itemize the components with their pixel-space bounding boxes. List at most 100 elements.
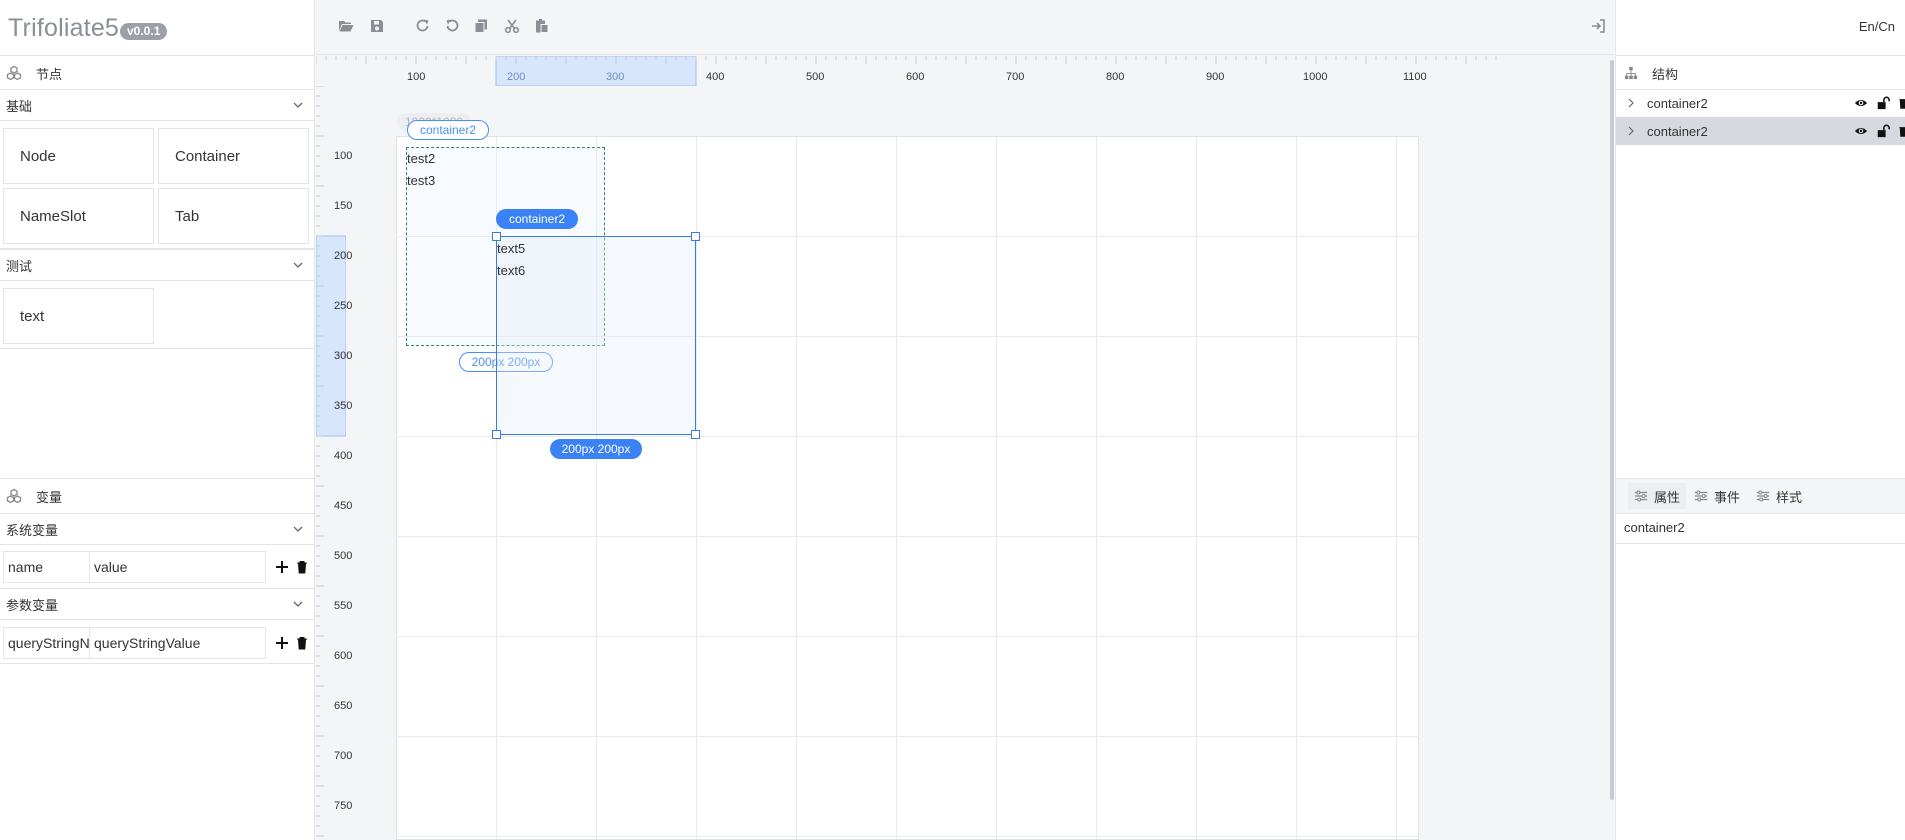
- redo-icon[interactable]: [415, 18, 431, 34]
- node-tile-container[interactable]: Container: [158, 128, 309, 184]
- ruler-label: 200: [507, 71, 526, 83]
- paste-icon[interactable]: [534, 18, 550, 34]
- unlock-icon[interactable]: [1876, 124, 1890, 138]
- chevron-down-icon: [293, 262, 303, 268]
- cubes-icon: [6, 65, 22, 81]
- group-param-vars[interactable]: 参数变量: [0, 588, 314, 620]
- ruler-label: 900: [1206, 71, 1225, 83]
- group-basic[interactable]: 基础: [0, 89, 314, 121]
- tab-styles[interactable]: 样式: [1756, 483, 1802, 509]
- selected-container-tag[interactable]: container2: [496, 209, 578, 229]
- resize-handle[interactable]: [492, 430, 501, 439]
- ruler-label: 450: [334, 500, 353, 512]
- tab-events-label: 事件: [1714, 489, 1741, 505]
- tab-properties[interactable]: 属性: [1628, 483, 1687, 509]
- plus-icon[interactable]: [274, 635, 290, 651]
- group-test[interactable]: 测试: [0, 249, 314, 281]
- node-tile-node[interactable]: Node: [3, 128, 154, 184]
- folder-open-icon[interactable]: [338, 18, 354, 34]
- resize-handle[interactable]: [691, 232, 700, 241]
- param-name-field[interactable]: queryStringN: [3, 627, 90, 659]
- ruler-label: 650: [334, 700, 353, 712]
- version-badge: v0.0.1: [120, 23, 168, 40]
- chevron-right-icon[interactable]: [1626, 126, 1636, 136]
- canvas-text[interactable]: text5: [497, 241, 525, 256]
- tree-row[interactable]: container2: [1616, 89, 1905, 117]
- tree-row-selected[interactable]: container2: [1616, 117, 1905, 145]
- var-value-field[interactable]: value: [90, 551, 266, 583]
- eye-icon[interactable]: [1854, 96, 1868, 110]
- divider: [1616, 55, 1905, 56]
- trash-icon[interactable]: [1898, 124, 1905, 138]
- canvas-scrollbar[interactable]: [1610, 60, 1614, 800]
- resize-handle[interactable]: [492, 232, 501, 241]
- node-tile-tab[interactable]: Tab: [158, 188, 309, 244]
- ruler-label: 400: [706, 71, 725, 83]
- canvas-text[interactable]: test3: [407, 173, 435, 188]
- tab-events[interactable]: 事件: [1694, 483, 1740, 509]
- group-system-vars[interactable]: 系统变量: [0, 513, 314, 545]
- sliders-icon: [1634, 490, 1648, 502]
- unlock-icon[interactable]: [1876, 96, 1890, 110]
- ruler-label: 800: [1106, 71, 1125, 83]
- variables-section-title: 变量: [36, 489, 63, 505]
- plus-icon[interactable]: [274, 559, 290, 575]
- grid-line: [397, 436, 1418, 437]
- group-basic-label: 基础: [6, 98, 33, 114]
- canvas-text[interactable]: test2: [407, 151, 435, 166]
- tree-row-label: container2: [1647, 95, 1708, 111]
- variables-section-header: 变量: [0, 480, 314, 512]
- app-title: Trifoliate5: [8, 14, 120, 42]
- nodes-section-header: 节点: [0, 57, 314, 89]
- ruler-label: 1100: [1403, 71, 1427, 83]
- divider: [1616, 513, 1905, 514]
- grid-line: [1396, 137, 1397, 839]
- node-tile-nameslot[interactable]: NameSlot: [3, 188, 154, 244]
- grid-line: [896, 137, 897, 839]
- undo-icon[interactable]: [444, 18, 460, 34]
- system-var-row: name value: [3, 551, 310, 583]
- ruler-label: 200: [334, 250, 353, 262]
- trash-icon[interactable]: [294, 559, 310, 575]
- ruler-label: 300: [334, 350, 353, 362]
- grid-line: [397, 736, 1418, 737]
- resize-handle[interactable]: [691, 430, 700, 439]
- divider: [0, 663, 314, 664]
- cut-icon[interactable]: [504, 18, 520, 34]
- copy-icon[interactable]: [473, 18, 489, 34]
- sitemap-icon: [1624, 66, 1638, 80]
- eye-icon[interactable]: [1854, 124, 1868, 138]
- ruler-label: 600: [334, 650, 353, 662]
- grid-line: [696, 137, 697, 839]
- node-tile-text[interactable]: text: [3, 288, 154, 344]
- save-icon[interactable]: [369, 18, 385, 34]
- structure-header: 结构: [1616, 57, 1905, 89]
- trash-icon[interactable]: [1898, 96, 1905, 110]
- grid-line: [796, 137, 797, 839]
- sign-in-icon[interactable]: [1590, 18, 1606, 34]
- chevron-right-icon[interactable]: [1626, 98, 1636, 108]
- group-test-label: 测试: [6, 258, 33, 274]
- trash-icon[interactable]: [294, 635, 310, 651]
- right-panel: En/Cn 结构 container2 container2 属性 事件 样式 …: [1615, 0, 1905, 840]
- outer-container-tag[interactable]: container2: [407, 120, 489, 140]
- canvas-text[interactable]: text6: [497, 263, 525, 278]
- divider: [0, 478, 314, 479]
- tree-row-label: container2: [1647, 123, 1708, 139]
- grid-line: [1296, 137, 1297, 839]
- sliders-icon: [1694, 490, 1708, 502]
- param-vars-label: 参数变量: [6, 597, 59, 613]
- param-value-field[interactable]: queryStringValue: [90, 627, 266, 659]
- tab-styles-label: 样式: [1776, 489, 1803, 505]
- toolbar: [316, 0, 1614, 55]
- selected-container-box[interactable]: [496, 236, 696, 435]
- ruler-label: 500: [334, 550, 353, 562]
- left-panel: Trifoliate5 v0.0.1 节点 基础 Node Container …: [0, 0, 315, 840]
- divider: [0, 55, 314, 56]
- var-name-field[interactable]: name: [3, 551, 90, 583]
- chevron-down-icon: [293, 601, 303, 607]
- system-vars-label: 系统变量: [6, 522, 59, 538]
- ruler-label: 100: [334, 150, 353, 162]
- language-toggle[interactable]: En/Cn: [1859, 19, 1895, 34]
- grid-line: [996, 137, 997, 839]
